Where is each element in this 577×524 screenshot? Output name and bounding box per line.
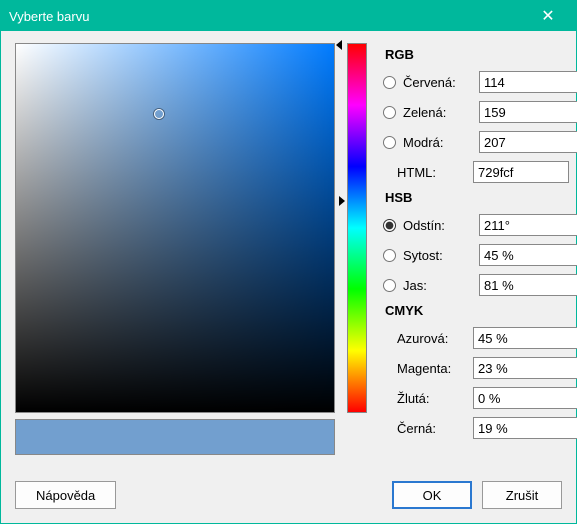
close-icon[interactable]: ✕ [528, 6, 568, 26]
input-red[interactable] [479, 71, 577, 93]
label-green: Zelená: [403, 105, 473, 120]
cmyk-heading: CMYK [385, 303, 575, 318]
hue-strip[interactable] [347, 43, 367, 413]
input-black[interactable] [473, 417, 577, 439]
label-blue: Modrá: [403, 135, 473, 150]
input-magenta[interactable] [473, 357, 577, 379]
rgb-heading: RGB [385, 47, 575, 62]
label-black: Černá: [397, 421, 467, 436]
input-green[interactable] [479, 101, 577, 123]
label-red: Červená: [403, 75, 473, 90]
radio-green[interactable] [383, 106, 396, 119]
content-area: RGB Červená: ▲▼ Zelená: ▲▼ Modrá: ▲▼ HTM… [1, 31, 576, 473]
input-yellow[interactable] [473, 387, 577, 409]
label-saturation: Sytost: [403, 248, 473, 263]
sv-cursor-icon [154, 109, 164, 119]
titlebar: Vyberte barvu ✕ [1, 1, 576, 31]
input-hue[interactable] [479, 214, 577, 236]
hsb-heading: HSB [385, 190, 575, 205]
sv-corner-marker-icon [336, 40, 342, 50]
cancel-button[interactable]: Zrušit [482, 481, 562, 509]
window-title: Vyberte barvu [9, 9, 528, 24]
radio-blue[interactable] [383, 136, 396, 149]
left-column [15, 43, 335, 465]
label-magenta: Magenta: [397, 361, 467, 376]
footer: Nápověda OK Zrušit [1, 473, 576, 523]
color-picker-dialog: Vyberte barvu ✕ RGB Červená: ▲▼ Zelená: [0, 0, 577, 524]
radio-brightness[interactable] [383, 279, 396, 292]
help-button[interactable]: Nápověda [15, 481, 116, 509]
ok-button[interactable]: OK [392, 481, 472, 509]
radio-hue[interactable] [383, 219, 396, 232]
hue-column [343, 43, 367, 465]
label-hue: Odstín: [403, 218, 473, 233]
input-html[interactable] [473, 161, 569, 183]
label-cyan: Azurová: [397, 331, 467, 346]
hue-marker-icon [339, 196, 345, 206]
radio-red[interactable] [383, 76, 396, 89]
saturation-value-field[interactable] [15, 43, 335, 413]
radio-saturation[interactable] [383, 249, 396, 262]
input-blue[interactable] [479, 131, 577, 153]
label-brightness: Jas: [403, 278, 473, 293]
input-brightness[interactable] [479, 274, 577, 296]
color-preview-swatch [15, 419, 335, 455]
label-yellow: Žlutá: [397, 391, 467, 406]
right-column: RGB Červená: ▲▼ Zelená: ▲▼ Modrá: ▲▼ HTM… [375, 43, 575, 465]
input-saturation[interactable] [479, 244, 577, 266]
input-cyan[interactable] [473, 327, 577, 349]
label-html: HTML: [397, 165, 467, 180]
